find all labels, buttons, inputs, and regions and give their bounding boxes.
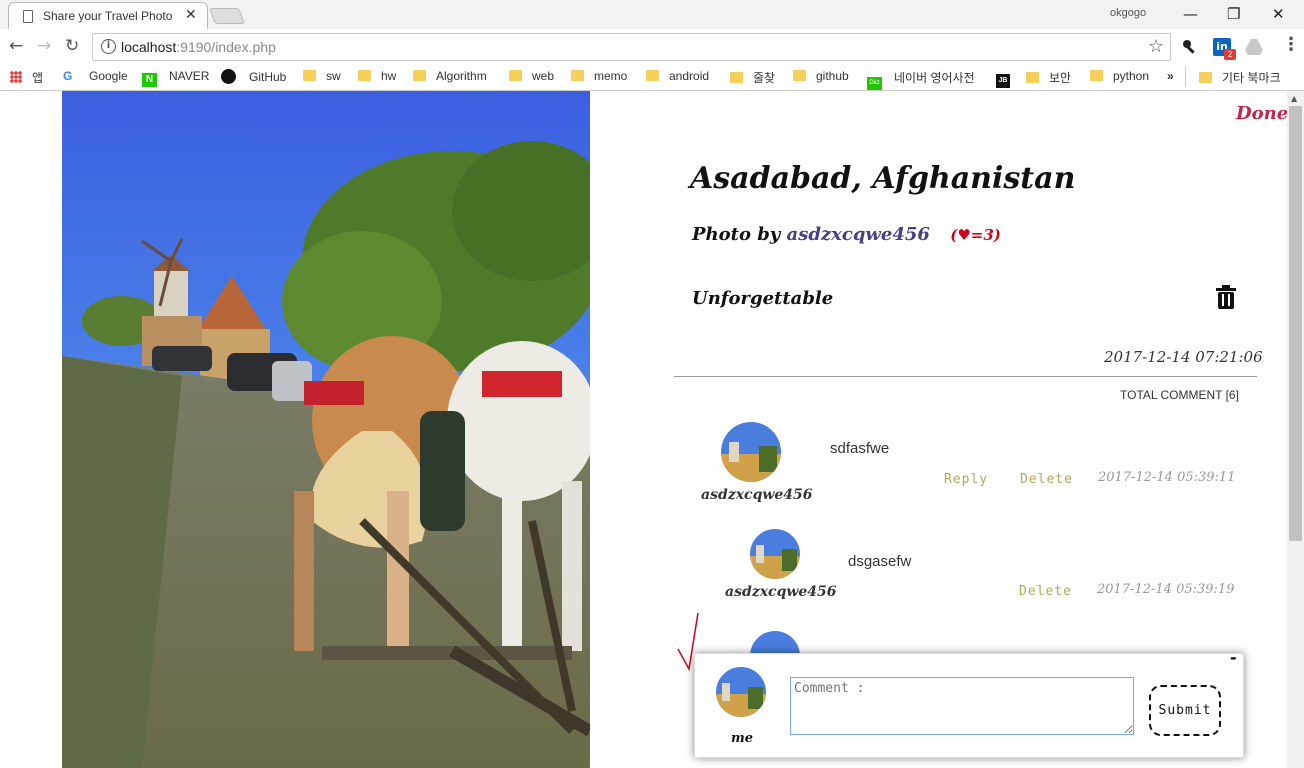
minimize-form-button[interactable]: - [1230,648,1237,667]
bookmark-other[interactable]: 기타 북마크 [1199,69,1281,86]
profile-name[interactable]: okgogo [1110,7,1146,19]
bookmark-google[interactable]: G Google [63,69,128,83]
folder-icon [646,70,659,81]
post-date: 2017-12-14 07:21:06 [1104,348,1263,366]
comment-username: asdzxcqwe456 [725,584,837,600]
folder-icon [358,70,371,81]
bookmark-algorithm[interactable]: Algorithm [413,69,487,83]
minimize-icon[interactable]: — [1183,5,1198,23]
bookmarks-overflow[interactable]: » [1167,69,1174,83]
tab-title: Share your Travel Photo [43,9,173,23]
folder-icon [303,70,316,81]
bookmark-star-icon[interactable]: ☆ [1148,36,1164,57]
folder-icon [1199,72,1212,83]
jb-icon: JB [996,74,1010,88]
comment-date: 2017-12-14 05:39:19 [1097,582,1235,597]
comment-username: asdzxcqwe456 [701,487,813,503]
post-caption: Unforgettable [692,288,834,309]
browser-toolbar: ← → ↻ i localhost:9190/index.php ☆ in 2 … [0,29,1304,64]
folder-icon [413,70,426,81]
travel-photo-illustration [62,91,590,768]
travel-photo [62,91,590,768]
bookmark-hw[interactable]: hw [358,69,396,83]
extension-badge: 2 [1224,49,1236,60]
bookmark-sw[interactable]: sw [303,69,341,83]
avatar [716,667,766,717]
scroll-up-icon[interactable]: ▲ [1291,94,1297,103]
post-location: Asadabad, Afghanistan [690,161,1076,196]
close-tab-icon[interactable]: ✕ [185,7,197,23]
bookmark-android[interactable]: android [646,69,709,83]
done-button[interactable]: Done [1236,103,1288,124]
author-link[interactable]: asdzxcqwe456 [787,224,930,245]
bookmark-apps[interactable]: 앱 [10,69,43,86]
comment-date: 2017-12-14 05:39:11 [1098,470,1236,485]
submit-button[interactable]: Submit [1149,685,1221,736]
forward-icon[interactable]: → [37,36,51,56]
folder-icon [571,70,584,81]
comment-text: sdfasfwe [830,440,890,457]
maximize-icon[interactable]: ❐ [1227,5,1240,23]
bookmark-github-folder[interactable]: github [793,69,849,83]
google-icon: G [63,69,73,83]
bookmarks-bar: 앱 G Google N NAVER GitHub sw hw Algorithm … [0,64,1304,91]
total-comment-count: TOTAL COMMENT [6] [1120,388,1239,402]
reply-button[interactable]: Reply [944,472,988,487]
scrollbar[interactable]: ▲ [1287,91,1304,768]
address-bar[interactable]: i localhost:9190/index.php ☆ [92,33,1171,61]
bookmark-python[interactable]: python [1090,69,1149,83]
delete-button[interactable]: Delete [1019,584,1072,599]
comment-form: - me Submit [694,648,1244,758]
reload-icon[interactable]: ↻ [65,36,79,56]
folder-icon [1026,72,1039,83]
folder-icon [1090,70,1103,81]
bookmark-web[interactable]: web [509,69,554,83]
bookmark-memo[interactable]: memo [571,69,627,83]
naver-dict-icon: Dict [867,77,882,90]
scrollbar-thumb[interactable] [1289,106,1302,541]
page-icon [23,10,33,23]
apps-grid-icon [10,71,22,83]
post-byline: Photo by asdzxcqwe456 (♥=3) [692,224,1001,245]
trash-icon[interactable] [1215,285,1237,309]
browser-tab[interactable]: Share your Travel Photo ✕ [8,2,208,30]
key-icon[interactable] [1181,38,1199,56]
menu-icon[interactable]: ⋮ [1282,34,1300,55]
close-window-icon[interactable]: ✕ [1272,5,1285,23]
avatar [721,422,781,482]
bookmark-naver-dict[interactable]: Dict 네이버 영어사전 [867,69,975,90]
bookmark-github[interactable]: GitHub [221,69,286,84]
divider [674,376,1257,377]
naver-icon: N [142,73,157,87]
comment-text: dsgasefw [848,553,912,570]
bookmark-divider [1185,67,1186,87]
photo-by-label: Photo by [692,224,781,245]
folder-icon [793,70,806,81]
info-icon[interactable]: i [101,39,116,54]
page-content: Done Asadabad, Afghanistan Photo by asdz… [0,91,1304,768]
current-user-label: me [731,731,754,746]
drive-icon[interactable] [1244,38,1264,56]
comment-input[interactable] [790,677,1134,735]
url-text[interactable]: localhost:9190/index.php [121,39,276,55]
bookmark-jobs[interactable]: 줄찾 [730,69,775,86]
browser-titlebar: Share your Travel Photo ✕ okgogo — ❐ ✕ [0,0,1304,30]
bookmark-security[interactable]: 보안 [1026,69,1071,86]
new-tab-button[interactable] [209,8,245,24]
delete-button[interactable]: Delete [1020,472,1073,487]
github-icon [221,69,236,84]
bookmark-jb[interactable]: JB [996,69,1010,88]
like-button[interactable]: (♥=3) [950,226,1001,244]
back-icon[interactable]: ← [9,36,23,56]
folder-icon [730,72,743,83]
bookmark-naver[interactable]: N NAVER [142,69,209,87]
folder-icon [509,70,522,81]
avatar [750,529,800,579]
